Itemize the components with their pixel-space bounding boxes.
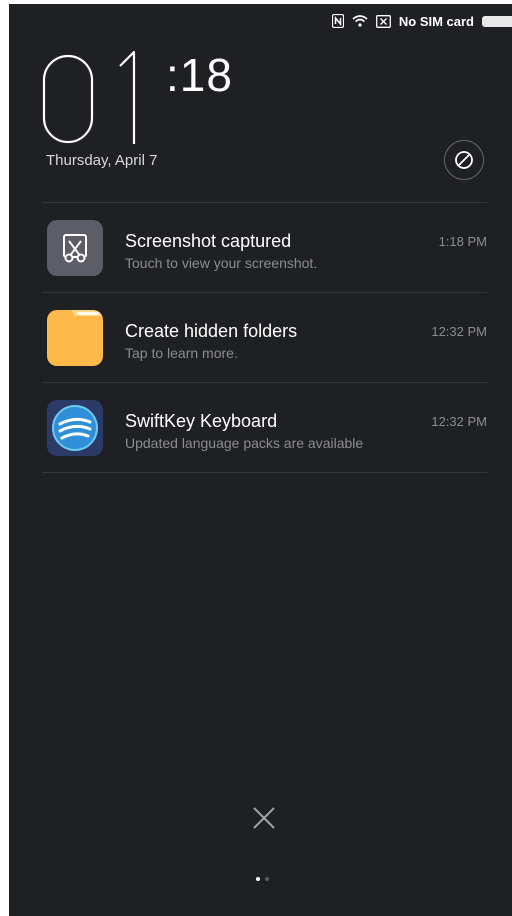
lock-screen: No SIM card :18 Thursday, April 7 Screen…	[9, 4, 512, 916]
date-label: Thursday, April 7	[46, 152, 158, 169]
carrier-text: No SIM card	[398, 13, 474, 29]
notification-screenshot[interactable]: Screenshot captured Touch to view your s…	[42, 206, 487, 294]
page-indicator	[256, 877, 269, 881]
notification-subtitle: Updated language packs are available	[125, 435, 364, 451]
wifi-icon	[352, 15, 368, 27]
screenshot-icon	[47, 220, 103, 276]
notification-title: SwiftKey Keyboard	[125, 411, 278, 431]
status-bar: No SIM card	[331, 10, 512, 32]
notification-subtitle: Tap to learn more.	[125, 345, 238, 361]
no-sim-icon	[375, 14, 391, 28]
divider	[42, 292, 487, 293]
divider	[42, 472, 487, 473]
battery-icon	[482, 15, 512, 27]
notification-swiftkey[interactable]: SwiftKey Keyboard Updated language packs…	[42, 386, 487, 474]
clock-minutes: :18	[166, 49, 233, 101]
clear-all-button[interactable]	[248, 802, 280, 834]
notification-title: Screenshot captured	[125, 231, 292, 251]
do-not-disturb-button[interactable]	[444, 140, 484, 180]
swiftkey-icon	[47, 400, 103, 456]
nfc-icon	[331, 14, 344, 28]
notification-time: 12:32 PM	[431, 324, 487, 339]
page-dot-active	[256, 877, 260, 881]
divider	[42, 382, 487, 383]
close-icon	[253, 807, 275, 829]
page-dot	[265, 877, 269, 881]
notification-title: Create hidden folders	[125, 321, 298, 341]
notification-subtitle: Touch to view your screenshot.	[125, 255, 318, 271]
notification-hidden-folders[interactable]: Create hidden folders Tap to learn more.…	[42, 296, 487, 384]
folder-icon	[47, 310, 103, 366]
notification-time: 1:18 PM	[438, 234, 487, 249]
do-not-disturb-icon	[455, 151, 473, 169]
notification-time: 12:32 PM	[431, 414, 487, 429]
divider	[42, 202, 487, 203]
